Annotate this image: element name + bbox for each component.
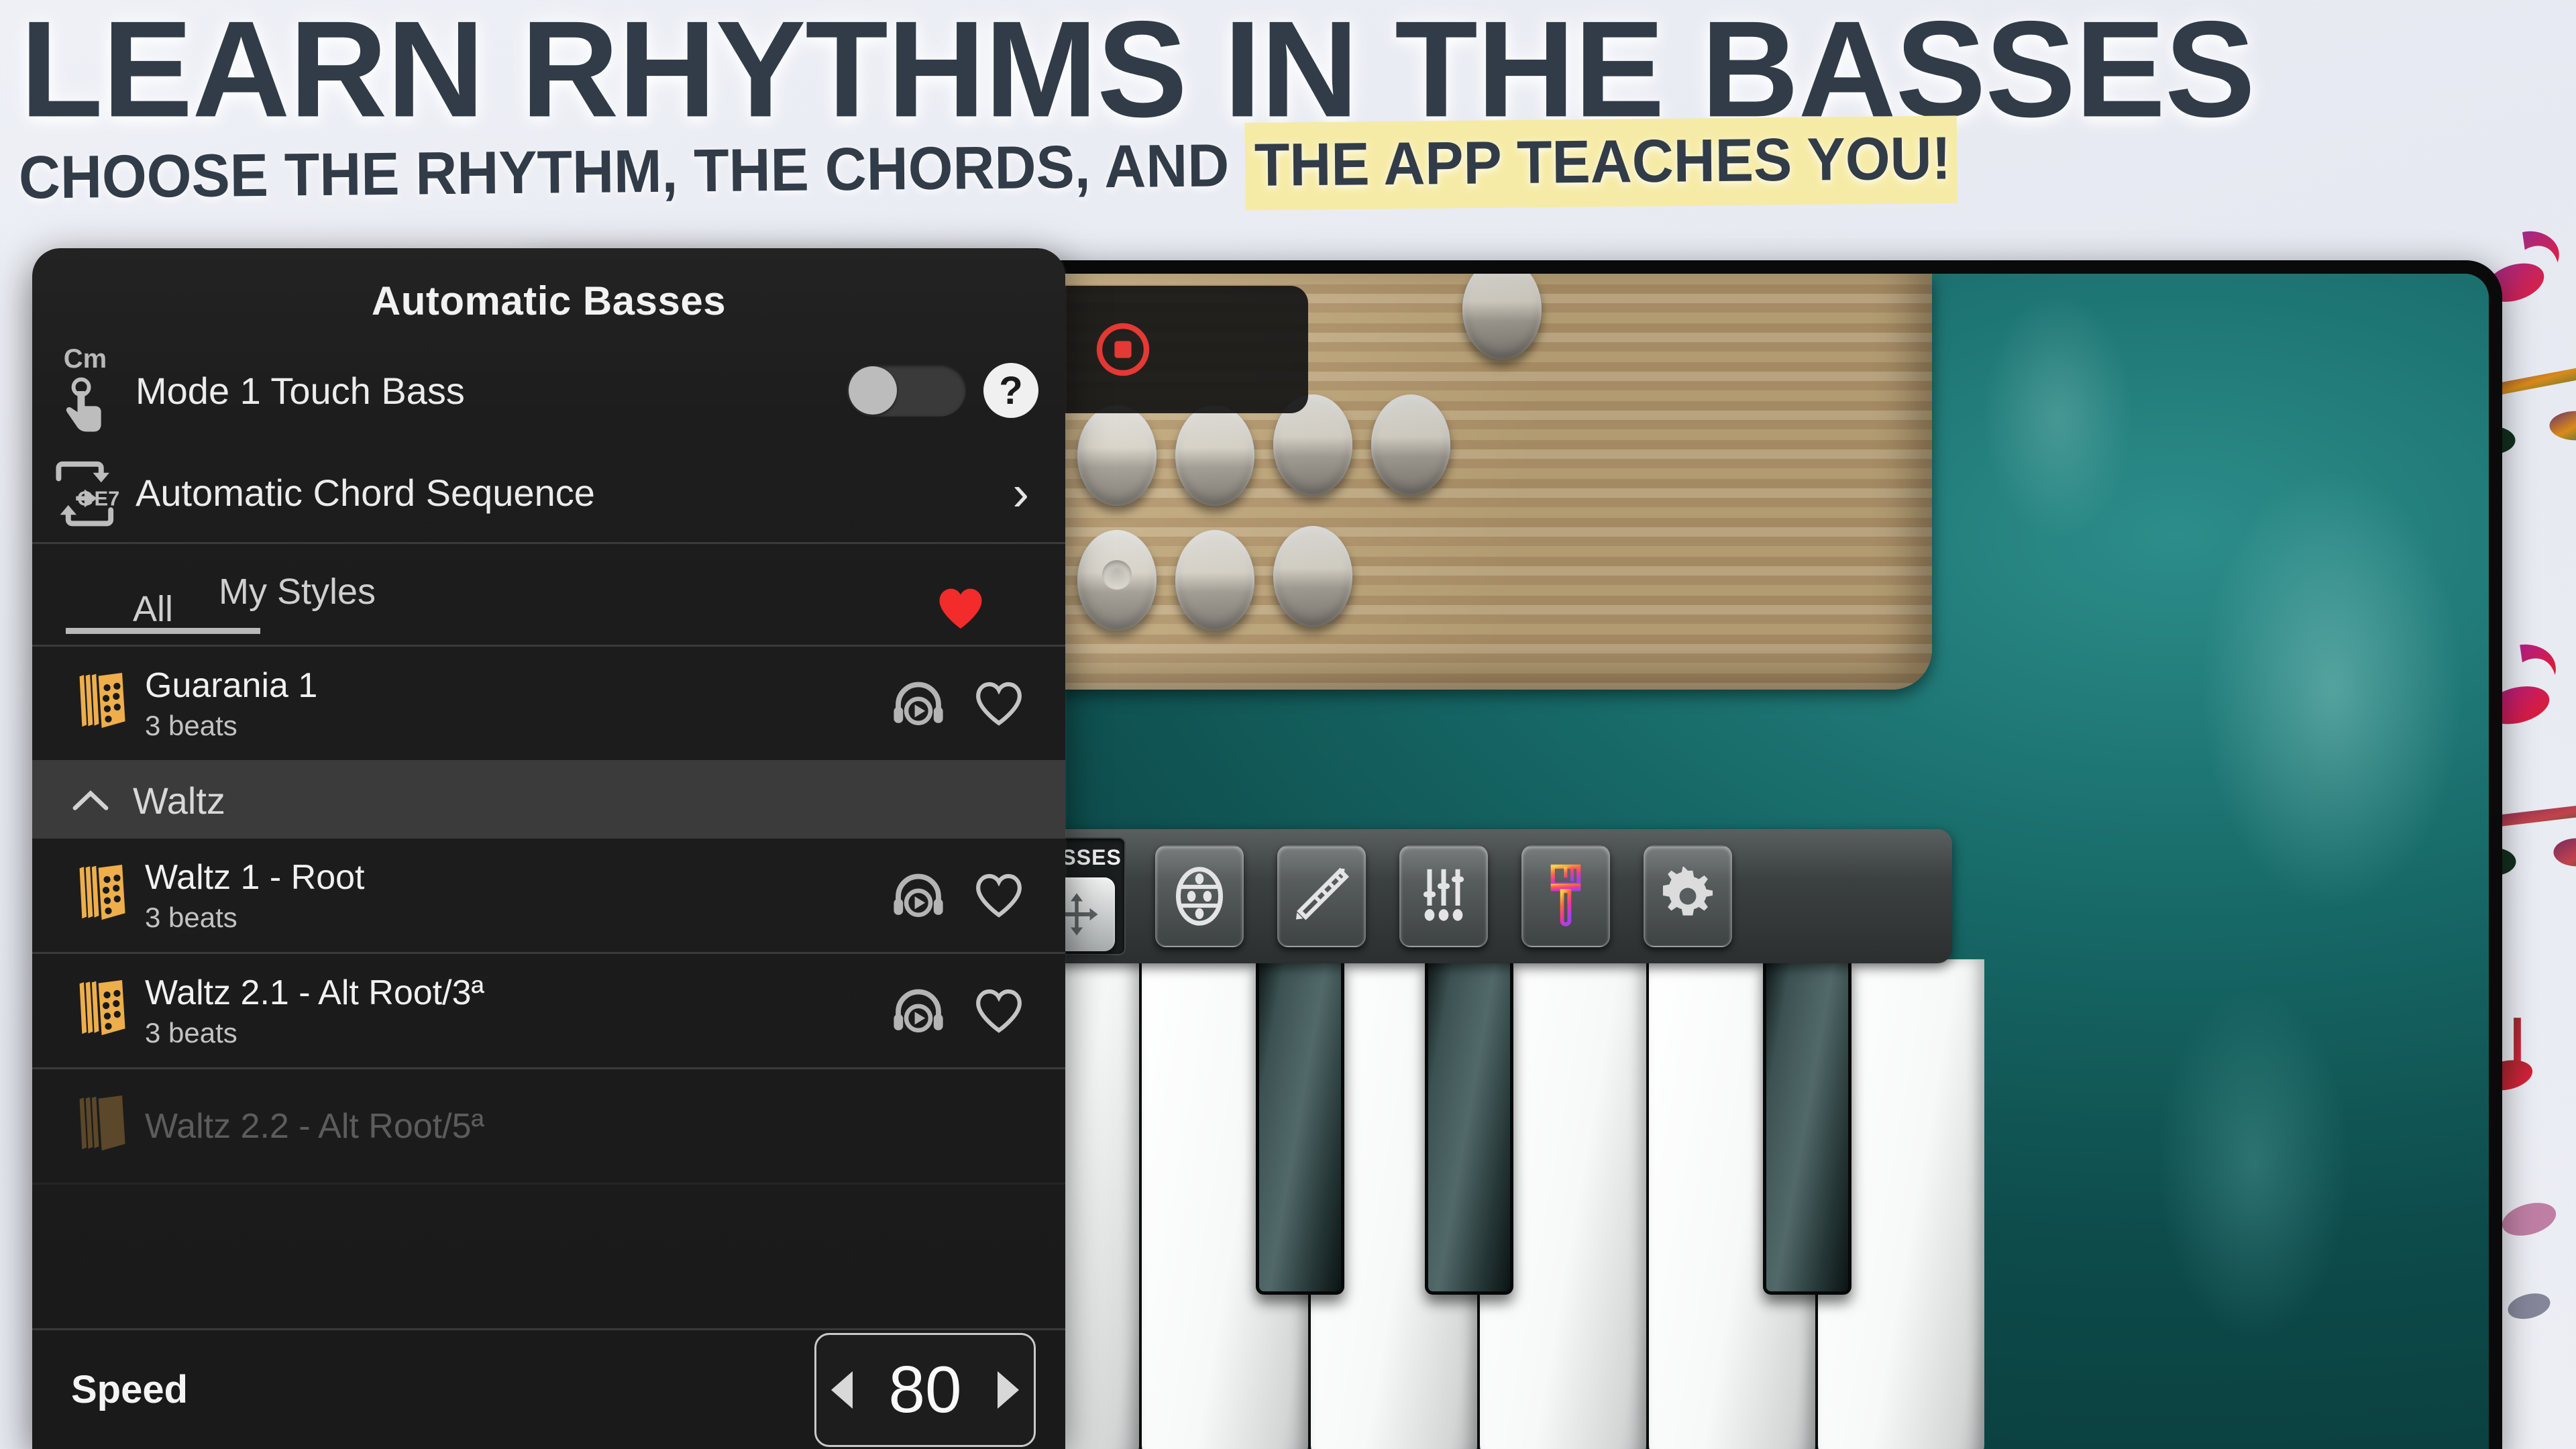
favorite-heart-icon[interactable] [974,873,1024,918]
registers-button[interactable] [1155,845,1244,947]
favorite-heart-icon[interactable] [974,988,1024,1034]
list-item-actions [892,681,1024,727]
preview-headphones-icon[interactable] [892,989,945,1033]
list-item-meta: Waltz 2.1 - Alt Root/3ª 3 beats [145,973,892,1049]
promo-subtitle-plain: CHOOSE THE RHYTHM, THE CHORDS, AND [18,131,1246,212]
favorites-filter-button[interactable] [936,586,985,634]
chord-badge-label: Cm [63,343,107,374]
style-name: Waltz 2.2 - Alt Root/5ª [145,1106,484,1146]
style-tabs: All My Styles [32,544,1065,645]
accordion-icon-wrap [76,1095,127,1157]
promo-subtitle: CHOOSE THE RHYTHM, THE CHORDS, AND THE A… [18,115,1958,215]
loop-arrows-icon: G E7 [56,461,119,526]
chevron-up-icon [72,790,109,810]
group-name: Waltz [133,779,225,822]
list-item-actions [892,873,1024,918]
styles-list: Guarania 1 3 beats Waltz Waltz 1 - Root … [32,645,1065,1185]
speed-decrement-button[interactable] [831,1371,853,1409]
preview-headphones-icon[interactable] [892,682,945,726]
bass-button[interactable] [1371,394,1450,495]
style-beats: 3 beats [145,901,237,933]
speed-increment-button[interactable] [997,1371,1019,1409]
record-stop-icon [1096,323,1150,376]
list-item-meta: Waltz 1 - Root 3 beats [145,857,892,934]
mixer-button[interactable] [1399,845,1488,947]
promo-subtitle-highlight: THE APP TEACHES YOU! [1244,115,1958,211]
panel-title: Automatic Basses [371,278,727,323]
mixer-sliders-icon [1423,869,1464,921]
accordion-icon-wrap [76,864,127,926]
speed-stepper[interactable]: 80 [814,1332,1036,1447]
touch-bass-icon-group: Cm [48,344,122,437]
piano-black-key[interactable] [1763,959,1851,1295]
registers-icon [1176,867,1223,926]
style-name: Guarania 1 [145,665,318,705]
tab-my-styles[interactable]: My Styles [219,571,376,627]
bass-button[interactable] [1175,530,1254,631]
style-name: Waltz 2.1 - Alt Root/3ª [145,973,484,1012]
list-item-actions [892,988,1024,1034]
accordion-icon [79,980,125,1036]
accordion-icon-wrap [76,979,127,1042]
mode-touch-bass-toggle[interactable] [847,364,966,417]
bellows-dynamics-icon [1295,867,1350,920]
bass-button[interactable] [1077,405,1157,506]
bellows-dynamics-button[interactable] [1277,845,1366,947]
gear-icon [1662,867,1713,916]
speed-value: 80 [888,1352,962,1426]
preview-headphones-icon[interactable] [892,873,945,918]
chord-sequence-icon-group: G E7 [48,453,122,533]
bass-button[interactable] [1462,274,1542,360]
theme-button[interactable] [1521,845,1610,947]
list-item[interactable]: Guarania 1 3 beats [32,647,1065,762]
bass-button[interactable] [1273,526,1352,627]
promo-subtitle-wrap: CHOOSE THE RHYTHM, THE CHORDS, AND THE A… [19,115,2568,218]
mode-touch-bass-row[interactable]: Cm Mode 1 Touch Bass ? [32,337,1065,443]
piano-black-key[interactable] [1256,959,1344,1295]
record-button[interactable] [1076,292,1170,407]
chevron-right-icon[interactable]: › [1012,468,1029,517]
list-item[interactable]: Waltz 1 - Root 3 beats [32,839,1065,954]
speed-control: Speed 80 [32,1328,1065,1449]
svg-text:E7: E7 [94,486,119,510]
bass-button[interactable] [1175,405,1254,506]
touch-hand-icon [66,377,101,431]
accordion-icon-wrap [76,672,127,735]
automatic-chord-sequence-row[interactable]: G E7 Automatic Chord Sequence › [32,443,1065,544]
tab-all[interactable]: All [133,588,173,645]
accordion-icon [79,673,125,729]
toggle-knob [849,366,897,415]
mode-touch-bass-label: Mode 1 Touch Bass [136,369,465,412]
style-beats: 3 beats [145,709,237,741]
style-name: Waltz 1 - Root [145,857,365,897]
promo-title: LEARN RHYTHMS IN THE BASSES [20,0,2255,146]
bass-button-marked[interactable] [1077,530,1157,631]
automatic-basses-panel: Automatic Basses Cm Mode 1 Touch Bass ? … [32,248,1065,1449]
group-header-waltz[interactable]: Waltz [32,762,1065,839]
list-item[interactable]: Waltz 2.1 - Alt Root/3ª 3 beats [32,954,1065,1069]
paintbrush-icon [1550,864,1581,926]
music-note-icon [2508,1293,2551,1320]
favorite-heart-icon[interactable] [974,681,1024,727]
heart-filled-icon [939,588,982,629]
settings-button[interactable] [1644,845,1732,947]
style-beats: 3 beats [145,1016,237,1049]
accordion-icon [79,865,125,920]
automatic-chord-sequence-label: Automatic Chord Sequence [136,472,595,514]
tab-selected-indicator [66,628,260,634]
accordion-icon [79,1095,125,1151]
speed-label: Speed [71,1368,189,1411]
list-item[interactable]: Waltz 2.2 - Alt Root/5ª [32,1069,1065,1185]
list-item-meta: Guarania 1 3 beats [145,665,892,742]
list-item-meta: Waltz 2.2 - Alt Root/5ª [145,1106,1038,1146]
promo-header: LEARN RHYTHMS IN THE BASSES CHOOSE THE R… [0,0,2576,248]
help-button[interactable]: ? [983,363,1038,418]
piano-black-key[interactable] [1425,959,1513,1295]
